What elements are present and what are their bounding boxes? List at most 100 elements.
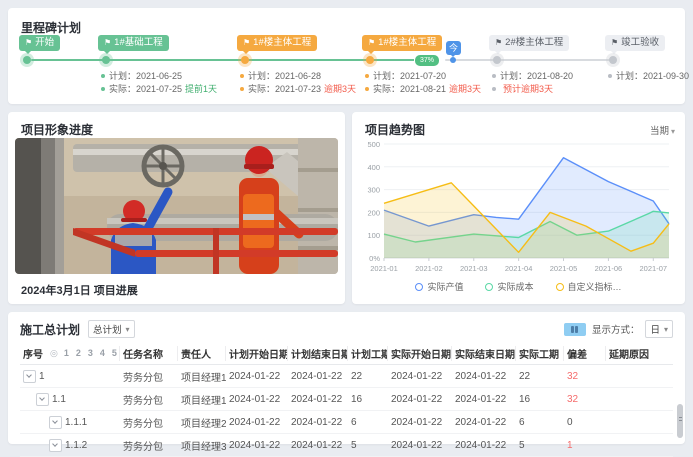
actual-days-cell: 16 xyxy=(516,394,564,405)
level-button[interactable]: 4 xyxy=(98,348,107,358)
date-note: 预计逾期3天 xyxy=(503,84,553,94)
milestone-badge: ⚑1#楼主体工程 xyxy=(237,35,317,51)
photo-caption: 2024年3月1日 项目进展 xyxy=(21,282,138,298)
date-text: 计划：2021-06-25 xyxy=(109,71,182,81)
timeline-line-done xyxy=(31,59,415,61)
plan-start-cell: 2024-01-22 xyxy=(226,417,288,428)
milestone-label: 1#基础工程 xyxy=(114,37,163,48)
hint-badge[interactable] xyxy=(564,323,586,336)
plan-type-value: 总计划 xyxy=(93,322,122,336)
expand-icon[interactable] xyxy=(23,370,36,383)
owner-cell: 项目经理1 xyxy=(178,369,226,384)
progress-photo xyxy=(15,138,338,274)
bullet-icon xyxy=(492,87,496,91)
plan-days-cell: 5 xyxy=(348,440,388,451)
flag-icon: ⚑ xyxy=(25,38,32,47)
legend-item[interactable]: 自定义指标… xyxy=(556,280,622,293)
flag-icon: ⚑ xyxy=(243,38,250,47)
actual-start-cell: 2024-01-22 xyxy=(388,394,452,405)
table-row[interactable]: 1.1.2劳务分包项目经理32024-01-222024-01-2252024-… xyxy=(20,434,673,457)
column-header: 实际开始日期 xyxy=(388,346,452,361)
milestone-badge: ⚑竣工验收 xyxy=(605,35,665,51)
svg-text:2021-06: 2021-06 xyxy=(595,264,623,273)
date-note: 提前1天 xyxy=(185,84,217,94)
deviation-cell: 1 xyxy=(564,440,606,451)
milestone-dates: 计划：2021-08-20预计逾期3天 xyxy=(492,70,573,96)
milestone-dot xyxy=(609,56,617,64)
display-mode-value: 日 xyxy=(650,322,660,336)
bullet-icon xyxy=(240,74,244,78)
milestone-dates: 计划：2021-06-25实际：2021-07-25提前1天 xyxy=(101,70,217,96)
owner-cell: 项目经理2 xyxy=(178,415,226,430)
task-name-cell: 劳务分包 xyxy=(120,369,178,384)
date-line: 计划：2021-08-20 xyxy=(492,70,573,83)
table-row[interactable]: 1.1.1劳务分包项目经理22024-01-222024-01-2262024-… xyxy=(20,411,673,434)
progress-pill: 37% xyxy=(414,54,440,67)
task-index: 1.1.2 xyxy=(65,440,87,451)
svg-text:2021-04: 2021-04 xyxy=(505,264,533,273)
chevron-down-icon: ▾ xyxy=(664,325,668,334)
milestone-badge: ⚑2#楼主体工程 xyxy=(489,35,569,51)
milestone-dot xyxy=(102,56,110,64)
plan-start-cell: 2024-01-22 xyxy=(226,371,288,382)
flag-icon: ⚑ xyxy=(611,38,618,47)
legend-label: 实际成本 xyxy=(497,280,533,293)
milestone-label: 竣工验收 xyxy=(621,37,659,48)
milestone-dot xyxy=(23,56,31,64)
chart-range-dropdown[interactable]: 当期▾ xyxy=(650,123,675,137)
bullet-icon xyxy=(365,87,369,91)
column-header-label: 序号 xyxy=(23,346,43,361)
expand-icon[interactable] xyxy=(49,416,62,429)
milestone-label: 2#楼主体工程 xyxy=(505,37,563,48)
level-button[interactable]: 1 xyxy=(62,348,71,358)
legend-item[interactable]: 实际成本 xyxy=(485,280,533,293)
plan-days-cell: 6 xyxy=(348,417,388,428)
svg-text:200: 200 xyxy=(367,208,380,217)
milestone-label: 1#楼主体工程 xyxy=(378,37,436,48)
trend-chart-svg: 5004003002001000%2021-012021-022021-0320… xyxy=(358,138,679,284)
table-header-row: 序号◎12345任务名称责任人计划开始日期计划结束日期计划工期实际开始日期实际结… xyxy=(20,342,673,365)
flag-icon: ⚑ xyxy=(104,38,111,47)
actual-start-cell: 2024-01-22 xyxy=(388,440,452,451)
flag-icon: ⚑ xyxy=(368,38,375,47)
date-line: 计划：2021-06-25 xyxy=(101,70,217,83)
legend-item[interactable]: 实际产值 xyxy=(415,280,463,293)
task-index: 1.1.1 xyxy=(65,417,87,428)
expand-icon[interactable] xyxy=(49,439,62,452)
plan-days-cell: 16 xyxy=(348,394,388,405)
display-mode-dropdown[interactable]: 日▾ xyxy=(645,320,673,338)
task-name-cell: 劳务分包 xyxy=(120,392,178,407)
construction-plan-card: 施工总计划 总计划▾ 显示方式： 日▾ 序号◎12345任务名称责任人计划开始日… xyxy=(8,312,685,444)
task-name-cell: 劳务分包 xyxy=(120,438,178,453)
actual-start-cell: 2024-01-22 xyxy=(388,417,452,428)
bullet-icon xyxy=(492,74,496,78)
table-scrollbar[interactable] xyxy=(677,404,683,438)
actual-end-cell: 2024-01-22 xyxy=(452,440,516,451)
gear-icon[interactable]: ◎ xyxy=(50,348,58,359)
level-button[interactable]: 5 xyxy=(110,348,119,358)
owner-cell: 项目经理1 xyxy=(178,392,226,407)
date-text: 计划：2021-06-28 xyxy=(248,71,321,81)
plan-type-dropdown[interactable]: 总计划▾ xyxy=(88,320,135,338)
column-header: 序号 ◎ 12345 xyxy=(20,346,120,361)
plan-start-cell: 2024-01-22 xyxy=(226,440,288,451)
milestone-dates: 计划：2021-06-28实际：2021-07-23逾期3天 xyxy=(240,70,356,96)
level-button[interactable]: 3 xyxy=(86,348,95,358)
svg-text:2021-07: 2021-07 xyxy=(640,264,668,273)
flag-icon: ⚑ xyxy=(495,38,502,47)
table-row[interactable]: 1劳务分包项目经理12024-01-222024-01-22222024-01-… xyxy=(20,365,673,388)
actual-end-cell: 2024-01-22 xyxy=(452,394,516,405)
table-row[interactable]: 1.1劳务分包项目经理12024-01-222024-01-22162024-0… xyxy=(20,388,673,411)
date-line: 计划：2021-07-20 xyxy=(365,70,481,83)
milestone-badge: ⚑1#基础工程 xyxy=(98,35,169,51)
actual-end-cell: 2024-01-22 xyxy=(452,417,516,428)
trend-chart-card: 项目趋势图 当期▾ 5004003002001000%2021-012021-0… xyxy=(352,112,685,304)
timeline-line-future xyxy=(445,59,613,61)
expand-icon[interactable] xyxy=(36,393,49,406)
column-header: 计划开始日期 xyxy=(226,346,288,361)
svg-text:2021-01: 2021-01 xyxy=(370,264,398,273)
chevron-down-icon: ▾ xyxy=(671,127,675,136)
milestone-badge: ⚑开始 xyxy=(19,35,60,51)
level-button[interactable]: 2 xyxy=(74,348,83,358)
task-index-cell: 1.1 xyxy=(20,393,120,406)
